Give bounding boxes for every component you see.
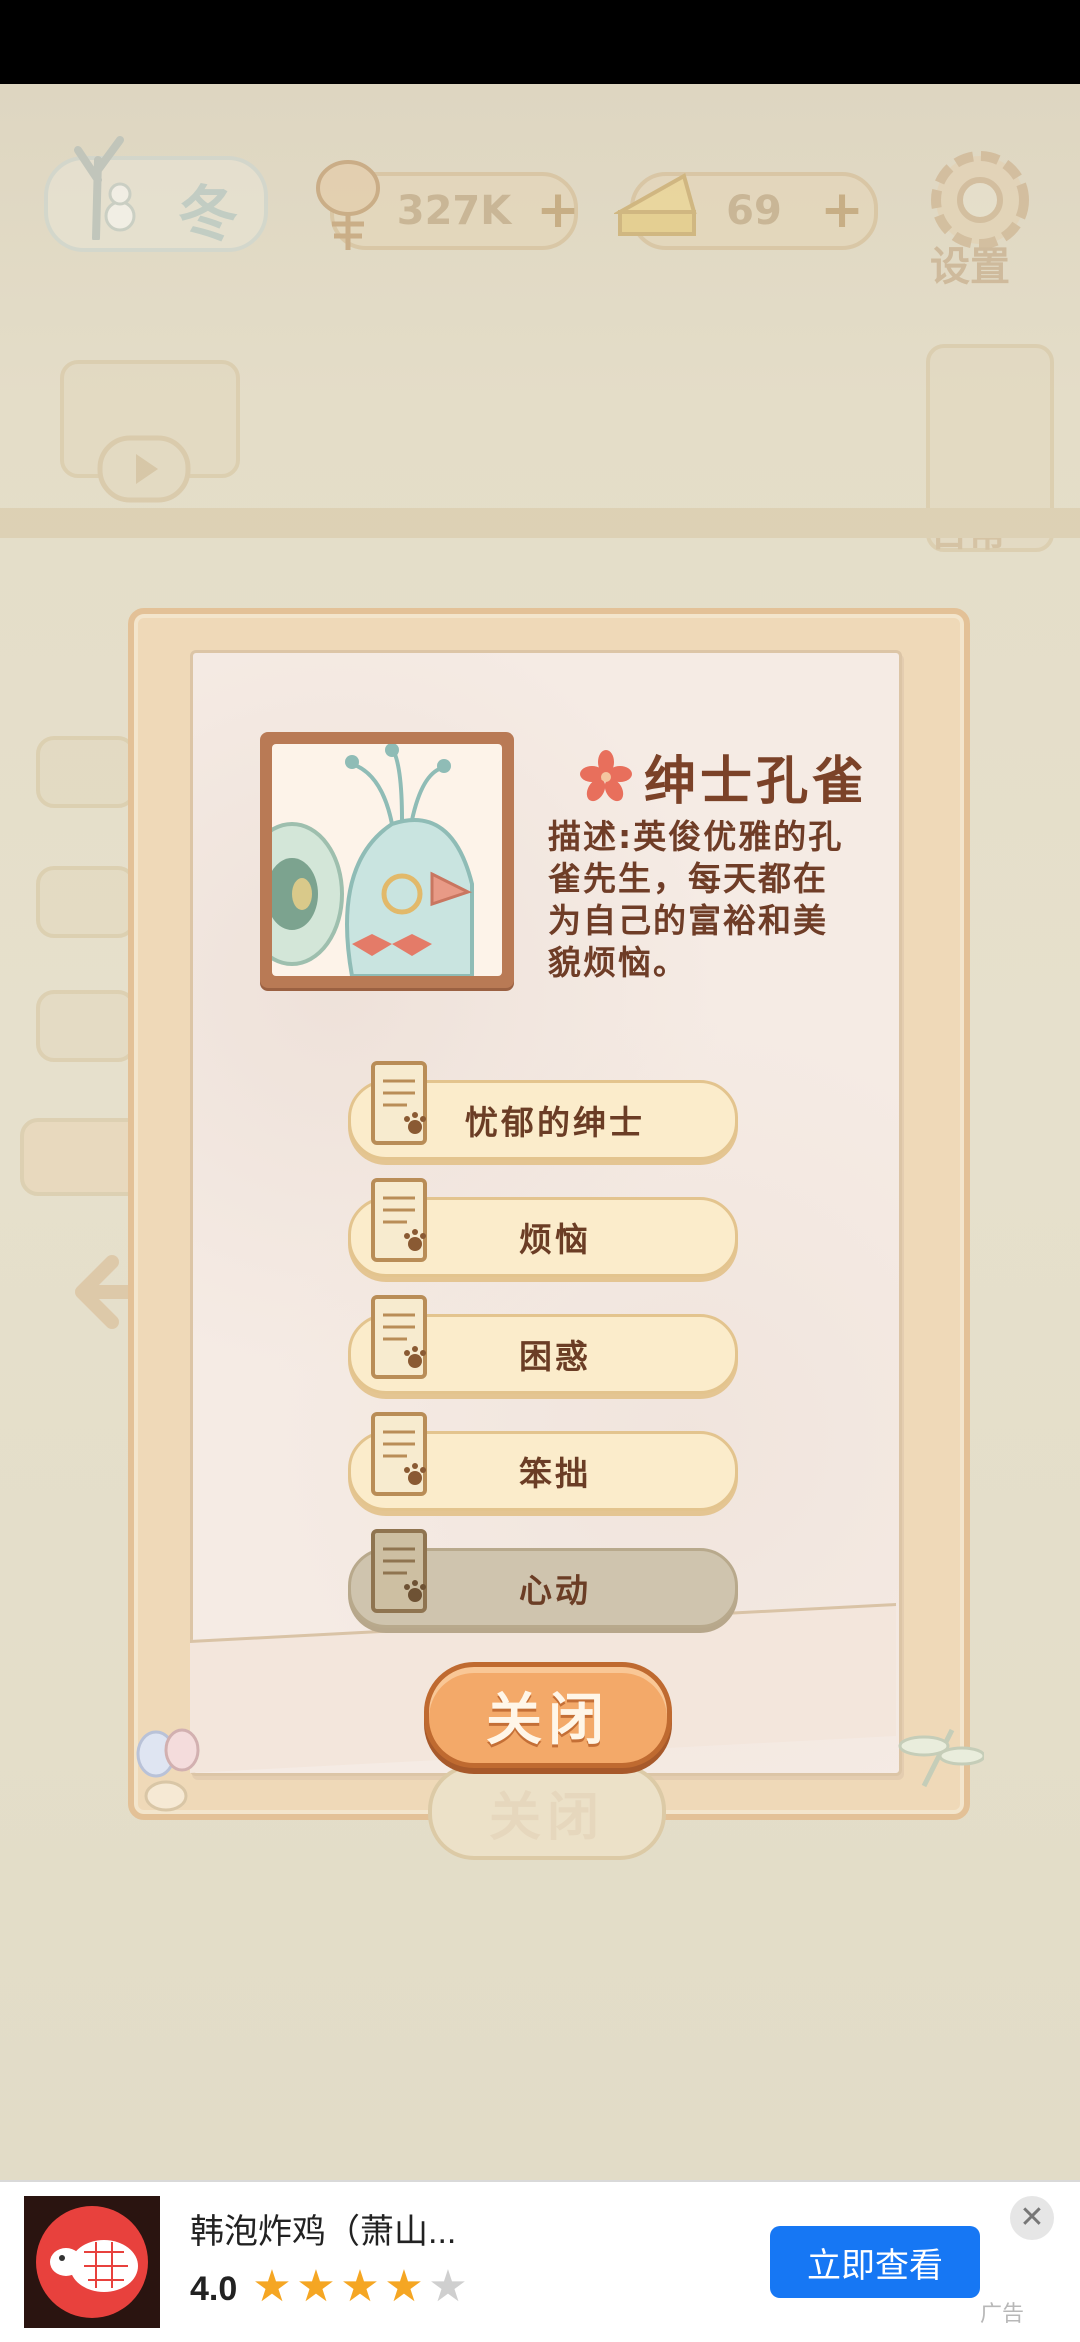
play-icon[interactable] <box>96 434 192 504</box>
scroll-paw-icon <box>367 1291 435 1385</box>
story-entry-4[interactable]: 笨拙 <box>348 1412 738 1511</box>
scroll-paw-icon <box>367 1057 435 1151</box>
tree-snowman-icon <box>58 130 138 242</box>
star-filled-icon: ★ <box>340 2261 380 2312</box>
cheese-icon <box>612 162 700 242</box>
scroll-paw-icon <box>367 1174 435 1268</box>
fish-count: 327K <box>396 188 512 234</box>
cheese-count: 69 <box>726 188 782 234</box>
close-button[interactable]: 关闭 <box>424 1662 672 1768</box>
ad-rating: 4.0 <box>190 2270 238 2308</box>
story-entry-label: 忧郁的绅士 <box>465 1103 645 1142</box>
background-shelf <box>0 508 1080 538</box>
story-entry-label: 烦恼 <box>519 1220 591 1259</box>
settings-label: 设置 <box>930 244 1010 290</box>
side-tab-3[interactable] <box>36 990 136 1062</box>
story-entry-5-locked[interactable]: 心动 <box>348 1529 738 1628</box>
character-name: 绅士孔雀 <box>644 751 869 812</box>
story-entry-1[interactable]: 忧郁的绅士 <box>348 1061 738 1160</box>
story-entry-label: 困惑 <box>519 1337 591 1376</box>
story-entry-3[interactable]: 困惑 <box>348 1295 738 1394</box>
ad-tag: 广告 <box>980 2301 1025 2326</box>
fish-add-icon[interactable]: + <box>536 184 580 236</box>
star-filled-icon: ★ <box>252 2261 292 2312</box>
star-empty-icon: ★ <box>428 2261 468 2312</box>
side-tab-1[interactable] <box>36 736 136 808</box>
ad-title[interactable]: 韩泡炸鸡（萧山... <box>190 2204 456 2253</box>
cheese-add-icon[interactable]: + <box>820 184 864 236</box>
flower-icon <box>580 750 632 802</box>
story-entry-2[interactable]: 烦恼 <box>348 1178 738 1277</box>
scroll-paw-icon <box>367 1525 435 1619</box>
season-badge: 冬 <box>44 136 268 252</box>
scroll-paw-icon <box>367 1408 435 1502</box>
dragonfly-icon <box>894 1716 986 1796</box>
season-label: 冬 <box>178 180 238 250</box>
star-filled-icon: ★ <box>384 2261 424 2312</box>
character-title: 绅士孔雀 <box>580 740 868 812</box>
story-entry-label: 笨拙 <box>519 1454 591 1493</box>
butterfly-icon <box>136 1726 206 1816</box>
ad-view-now-button[interactable]: 立即查看 <box>770 2226 980 2298</box>
close-button-shadow: 关闭 <box>428 1764 666 1860</box>
ad-close-icon[interactable]: ✕ <box>1010 2196 1054 2240</box>
ad-banner[interactable]: 韩泡炸鸡（萧山... 4.0 ★ ★ ★ ★ ★ 立即查看 ✕ 广告 <box>0 2180 1080 2342</box>
star-filled-icon: ★ <box>296 2261 336 2312</box>
fish-bone-icon <box>308 154 388 254</box>
ad-app-logo[interactable] <box>24 2196 160 2328</box>
character-portrait <box>260 732 514 988</box>
ad-star-rating: ★ ★ ★ ★ ★ <box>250 2262 470 2312</box>
character-description: 描述:英俊优雅的孔雀先生，每天都在为自己的富裕和美貌烦恼。 <box>548 817 844 982</box>
story-entry-label: 心动 <box>519 1571 591 1610</box>
side-tab-2[interactable] <box>36 866 136 938</box>
status-bar <box>0 0 1080 84</box>
peacock-illustration <box>272 744 502 976</box>
